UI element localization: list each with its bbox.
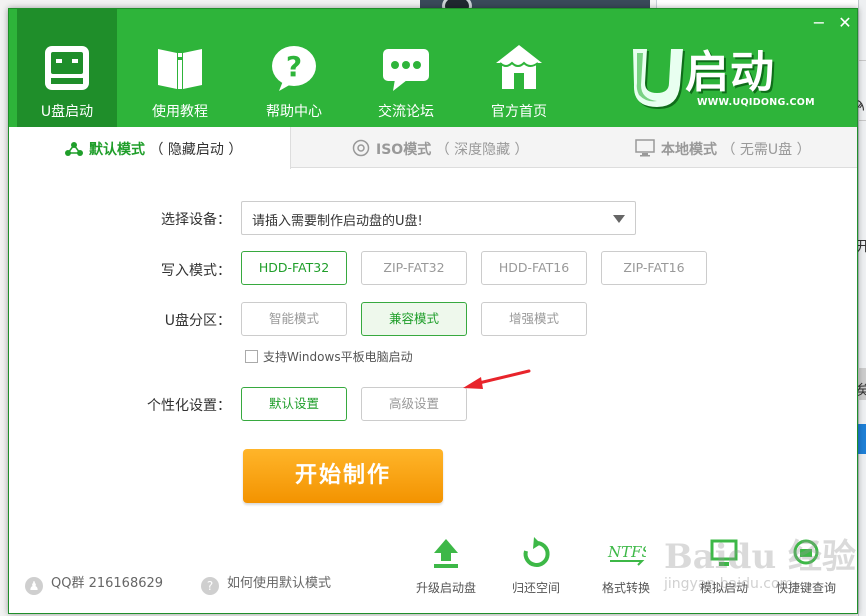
edge-divider xyxy=(858,120,866,121)
edge-divider xyxy=(858,60,866,61)
qq-icon: ♟ xyxy=(25,577,43,595)
simulate-icon xyxy=(710,539,738,566)
write-mode-label: 写入模式： xyxy=(161,263,231,279)
tool-label: 升级启动盘 xyxy=(415,581,476,595)
write-mode-hdd-fat16[interactable]: HDD-FAT16 xyxy=(481,251,587,285)
nav-usb-boot[interactable]: U盘启动 xyxy=(17,9,117,127)
nav-label: 帮助中心 xyxy=(266,104,322,120)
partition-smart-mode[interactable]: 智能模式 xyxy=(241,302,347,336)
nav-label: 交流论坛 xyxy=(378,104,434,120)
tool-label: 快捷键查询 xyxy=(775,581,836,595)
nav-tutorial[interactable]: 使用教程 xyxy=(130,9,230,127)
write-mode-zip-fat16[interactable]: ZIP-FAT16 xyxy=(601,251,707,285)
restore-icon xyxy=(523,537,550,567)
tab-content: 默认模式 （ 隐藏启动 ） xyxy=(65,139,242,159)
tab-label: 本地模式 xyxy=(661,142,717,158)
write-mode-zip-fat32[interactable]: ZIP-FAT32 xyxy=(361,251,467,285)
svg-text:NTFS: NTFS xyxy=(607,543,646,561)
book-icon xyxy=(158,49,202,89)
simulate-boot-button[interactable]: 模拟启动 xyxy=(689,537,759,597)
nav-home[interactable]: 官方首页 xyxy=(469,9,569,127)
upgrade-boot-disk-button[interactable]: 升级启动盘 xyxy=(411,537,481,597)
minimize-button[interactable]: − xyxy=(811,15,827,31)
chat-bubble-icon xyxy=(383,49,429,91)
logo-text: 启动 xyxy=(685,47,775,98)
windows-tablet-checkbox[interactable] xyxy=(245,350,258,363)
annotation-arrow xyxy=(463,369,531,389)
tab-local-mode[interactable]: 本地模式 （ 无需U盘 ） xyxy=(575,127,857,168)
tool-label: 归还空间 xyxy=(511,581,560,595)
upload-arrow-icon xyxy=(434,539,458,568)
usb-drive-icon xyxy=(45,46,89,90)
logo-url: WWW.UQIDONG.COM xyxy=(697,97,815,108)
nav-label: 使用教程 xyxy=(152,104,208,120)
tab-label: 默认模式 xyxy=(89,142,145,158)
qq-group-link[interactable]: ♟ QQ群 216168629 xyxy=(25,572,163,595)
keyboard-icon xyxy=(793,539,819,565)
format-convert-button[interactable]: NTFS 格式转换 xyxy=(591,537,661,597)
nav-forum[interactable]: 交流论坛 xyxy=(356,9,456,127)
chevron-down-icon xyxy=(613,215,625,223)
device-select-value: 请插入需要制作启动盘的U盘! xyxy=(252,214,423,229)
home-icon xyxy=(496,45,542,89)
mode-tabs: 默认模式 （ 隐藏启动 ） ISO模式 （ 深度隐藏 ） 本地模式 （ 无需U盘… xyxy=(9,127,857,169)
close-button[interactable]: ✕ xyxy=(837,15,853,31)
tab-default-mode[interactable]: 默认模式 （ 隐藏启动 ） xyxy=(9,127,291,169)
help-default-mode-text: 如何使用默认模式 xyxy=(227,576,332,591)
partition-compatible-mode[interactable]: 兼容模式 xyxy=(361,302,467,336)
restore-space-button[interactable]: 归还空间 xyxy=(501,537,571,597)
tab-sub-label: （ 无需U盘 ） xyxy=(721,142,811,158)
uqidong-logo: 启动 WWW.UQIDONG.COM xyxy=(627,45,817,115)
tab-label: ISO模式 xyxy=(376,142,432,158)
share-nodes-icon xyxy=(65,142,83,156)
nav-label: 官方首页 xyxy=(491,104,547,120)
ntfs-icon: NTFS xyxy=(607,543,646,566)
svg-text:?: ? xyxy=(286,50,302,83)
nav-label: U盘启动 xyxy=(40,104,94,120)
question-bubble-icon: ? xyxy=(272,46,316,91)
write-mode-hdd-fat32[interactable]: HDD-FAT32 xyxy=(241,251,347,285)
nav-help[interactable]: ? 帮助中心 xyxy=(244,9,344,127)
help-default-mode-link[interactable]: ? 如何使用默认模式 xyxy=(201,572,331,595)
tool-label: 格式转换 xyxy=(601,581,650,595)
tab-content: 本地模式 （ 无需U盘 ） xyxy=(635,139,811,159)
partition-enhanced-mode[interactable]: 增强模式 xyxy=(481,302,587,336)
device-label: 选择设备： xyxy=(161,212,231,228)
qq-group-text: QQ群 216168629 xyxy=(51,576,164,591)
disc-icon xyxy=(352,139,370,157)
default-settings-button[interactable]: 默认设置 xyxy=(241,387,347,421)
background-window-edge xyxy=(858,0,866,616)
tab-sub-label: （ 深度隐藏 ） xyxy=(435,142,529,158)
tab-content: ISO模式 （ 深度隐藏 ） xyxy=(352,139,529,159)
app-window: − ✕ U盘启动 使用教程 ? 帮助中心 交流论坛 官方首页 启动 WWW.UQ… xyxy=(8,8,858,614)
windows-tablet-checkbox-label: 支持Windows平板电脑启动 xyxy=(263,350,413,364)
advanced-settings-button[interactable]: 高级设置 xyxy=(361,387,467,421)
question-icon: ? xyxy=(201,577,219,595)
monitor-icon xyxy=(635,139,655,157)
start-make-button[interactable]: 开始制作 xyxy=(243,449,443,503)
tab-sub-label: （ 隐藏启动 ） xyxy=(149,142,243,158)
partition-label: U盘分区： xyxy=(164,313,231,329)
u-letter-icon xyxy=(633,49,685,109)
tool-label: 模拟启动 xyxy=(699,581,748,595)
edge-blue-button xyxy=(858,424,866,454)
tab-iso-mode[interactable]: ISO模式 （ 深度隐藏 ） xyxy=(292,127,575,168)
personalization-label: 个性化设置： xyxy=(147,398,231,414)
header-bar: − ✕ U盘启动 使用教程 ? 帮助中心 交流论坛 官方首页 启动 WWW.UQ… xyxy=(9,9,857,127)
hotkey-lookup-button[interactable]: 快捷键查询 xyxy=(771,537,841,597)
device-select[interactable]: 请插入需要制作启动盘的U盘! xyxy=(241,201,636,235)
